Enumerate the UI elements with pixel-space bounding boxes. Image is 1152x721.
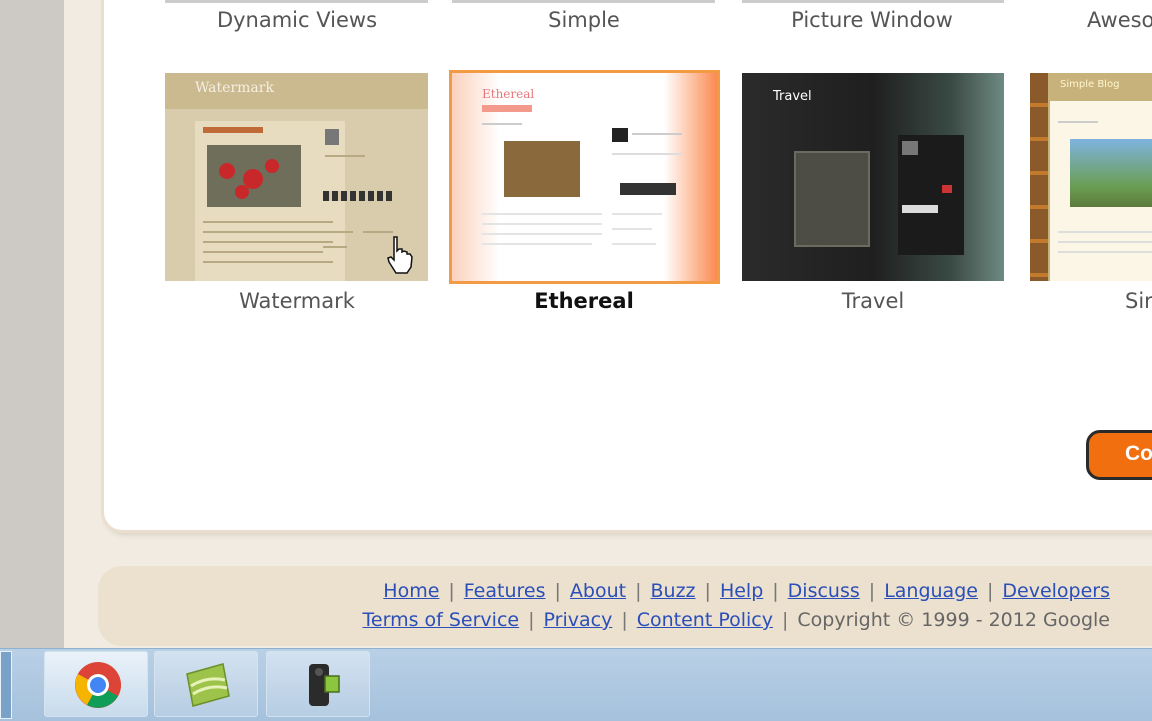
thumbnail-title: Ethereal — [482, 87, 535, 101]
taskbar — [0, 648, 1152, 721]
footer-link-language[interactable]: Language — [884, 580, 978, 602]
footer — [98, 566, 1152, 646]
template-label-watermark[interactable]: Watermark — [162, 289, 432, 313]
thumbnail-photo — [794, 151, 870, 247]
template-label-simple[interactable]: Simple — [449, 8, 719, 32]
footer-link-about[interactable]: About — [570, 580, 626, 602]
footer-link-help[interactable]: Help — [720, 580, 763, 602]
window-left-gutter — [0, 0, 64, 648]
thumbnail-travel[interactable]: Travel — [742, 73, 1004, 281]
thumbnail-header: Watermark — [165, 73, 428, 109]
footer-link-terms[interactable]: Terms of Service — [363, 609, 520, 631]
thumbnail-ethereal[interactable]: Ethereal — [449, 70, 720, 284]
footer-links-row-2: Terms of Service | Privacy | Content Policy |… — [362, 609, 1110, 631]
thumbnail-dynamic-views-edge[interactable] — [165, 0, 428, 3]
thumbnail-title: Travel — [773, 89, 812, 104]
footer-links-row-1: Home | Features | About | Buzz | Help | Discuss | La… — [383, 580, 1110, 602]
template-label-ethereal[interactable]: Ethereal — [449, 289, 719, 313]
thumbnail-photo — [1070, 139, 1152, 207]
template-label-travel[interactable]: Travel — [738, 289, 1008, 313]
thumbnail-simple-edge[interactable] — [452, 0, 715, 3]
footer-link-privacy[interactable]: Privacy — [544, 609, 613, 631]
thumbnail-photo — [207, 145, 301, 207]
taskbar-button-video[interactable] — [266, 651, 370, 717]
footer-link-home[interactable]: Home — [383, 580, 439, 602]
taskbar-button-chrome[interactable] — [44, 651, 148, 717]
footer-link-developers[interactable]: Developers — [1002, 580, 1110, 602]
taskbar-button-app[interactable] — [154, 651, 258, 717]
app-leaf-icon — [186, 663, 230, 707]
footer-link-buzz[interactable]: Buzz — [651, 580, 696, 602]
thumbnail-sidebar — [898, 135, 964, 255]
template-label-awesome[interactable]: Aweso — [1087, 8, 1152, 32]
template-label-dynamic-views[interactable]: Dynamic Views — [162, 8, 432, 32]
thumbnail-photo — [504, 141, 580, 197]
taskbar-edge[interactable] — [0, 651, 12, 719]
thumbnail-watermark[interactable]: Watermark — [165, 73, 428, 281]
footer-copyright: Copyright © 1999 - 2012 Google — [797, 609, 1110, 631]
footer-link-features[interactable]: Features — [464, 580, 546, 602]
thumbnail-title: Simple Blog — [1060, 79, 1120, 90]
template-label-picture-window[interactable]: Picture Window — [737, 8, 1007, 32]
thumbnail-simple-blog[interactable]: Simple Blog — [1030, 73, 1152, 281]
thumbnail-picture-window-edge[interactable] — [742, 0, 1004, 3]
continue-button[interactable]: Co — [1086, 430, 1152, 480]
thumbnail-title: Watermark — [195, 80, 274, 96]
footer-link-content-policy[interactable]: Content Policy — [637, 609, 773, 631]
chrome-icon — [75, 662, 121, 708]
footer-link-discuss[interactable]: Discuss — [788, 580, 860, 602]
video-camera-icon — [309, 664, 340, 706]
template-label-simple-blog[interactable]: Sir — [1125, 289, 1152, 313]
hand-cursor-icon — [387, 236, 413, 274]
